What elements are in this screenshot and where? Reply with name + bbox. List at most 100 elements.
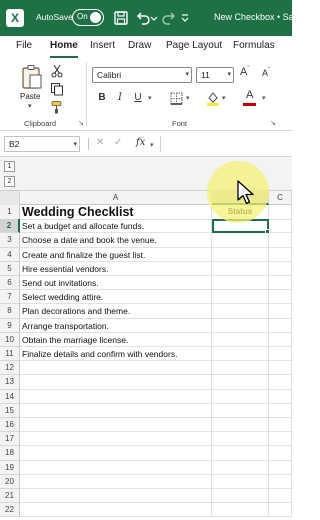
empty-cell[interactable] xyxy=(20,375,212,390)
empty-cell[interactable] xyxy=(20,432,212,447)
empty-cell[interactable] xyxy=(269,290,292,305)
tab-insert[interactable]: Insert xyxy=(90,40,115,51)
task-cell[interactable]: Send out invitations. xyxy=(20,276,212,291)
empty-cell[interactable] xyxy=(269,446,292,461)
task-cell[interactable]: Hire essential vendors. xyxy=(20,261,212,276)
redo-icon[interactable] xyxy=(160,9,178,27)
status-cell[interactable] xyxy=(212,290,269,305)
row-header-21[interactable]: 21 xyxy=(0,489,20,504)
empty-cell[interactable] xyxy=(269,347,292,362)
enter-icon[interactable]: ✓ xyxy=(114,137,122,148)
paste-dropdown-icon[interactable]: ▾ xyxy=(28,102,32,110)
empty-cell[interactable] xyxy=(269,375,292,390)
empty-cell[interactable] xyxy=(269,276,292,291)
task-cell[interactable]: Select wedding attire. xyxy=(20,290,212,305)
insert-function-icon[interactable]: fx xyxy=(136,137,145,148)
empty-cell[interactable] xyxy=(269,219,292,234)
row-header-10[interactable]: 10 xyxy=(0,332,20,347)
borders-icon[interactable] xyxy=(170,92,183,105)
name-box[interactable]: B2 ▾ xyxy=(4,136,80,152)
row-header-9[interactable]: 9 xyxy=(0,318,20,333)
empty-cell[interactable] xyxy=(269,418,292,433)
empty-cell[interactable] xyxy=(20,503,212,518)
task-cell[interactable]: Obtain the marriage license. xyxy=(20,332,212,347)
undo-dropdown-icon[interactable] xyxy=(150,9,158,27)
status-cell[interactable] xyxy=(212,347,269,362)
borders-dropdown-icon[interactable]: ▾ xyxy=(186,94,190,102)
font-color-dropdown-icon[interactable]: ▾ xyxy=(262,94,266,102)
increase-font-size-icon[interactable]: Aˆ xyxy=(240,66,249,78)
outline-level-2-button[interactable]: 2 xyxy=(4,176,15,187)
column-header-a[interactable]: A xyxy=(20,191,212,205)
cut-icon[interactable] xyxy=(50,64,64,78)
customize-toolbar-icon[interactable] xyxy=(180,9,190,27)
decrease-font-size-icon[interactable]: Aˇ xyxy=(262,68,270,78)
row-header-12[interactable]: 12 xyxy=(0,361,20,376)
row-header-17[interactable]: 17 xyxy=(0,432,20,447)
status-cell[interactable] xyxy=(212,389,269,404)
task-cell[interactable]: Set a budget and allocate funds. xyxy=(20,219,212,234)
column-header-c[interactable]: C xyxy=(269,191,292,205)
select-all-button[interactable] xyxy=(0,191,20,205)
status-cell[interactable] xyxy=(212,304,269,319)
empty-cell[interactable] xyxy=(20,460,212,475)
task-cell[interactable]: Create and finalize the guest list. xyxy=(20,247,212,262)
row-header-19[interactable]: 19 xyxy=(0,460,20,475)
task-cell[interactable]: Arrange transportation. xyxy=(20,318,212,333)
tab-file[interactable]: File xyxy=(16,40,32,51)
status-cell[interactable] xyxy=(212,403,269,418)
empty-cell[interactable] xyxy=(20,446,212,461)
row-header-4[interactable]: 4 xyxy=(0,247,20,262)
fill-color-icon[interactable] xyxy=(206,90,220,106)
tab-formulas[interactable]: Formulas xyxy=(233,40,275,51)
row-header-14[interactable]: 14 xyxy=(0,389,20,404)
empty-cell[interactable] xyxy=(20,361,212,376)
task-cell[interactable]: Choose a date and book the venue. xyxy=(20,233,212,248)
empty-cell[interactable] xyxy=(269,403,292,418)
tab-home[interactable]: Home xyxy=(50,40,78,51)
status-cell[interactable] xyxy=(212,276,269,291)
status-cell[interactable] xyxy=(212,432,269,447)
empty-cell[interactable] xyxy=(269,474,292,489)
empty-cell[interactable] xyxy=(269,432,292,447)
empty-cell[interactable] xyxy=(269,460,292,475)
checklist-title-cell[interactable]: Wedding Checklist xyxy=(20,205,212,221)
empty-cell[interactable] xyxy=(269,389,292,404)
empty-cell[interactable] xyxy=(269,304,292,319)
font-color-icon[interactable]: A xyxy=(246,89,253,101)
cancel-icon[interactable]: ✕ xyxy=(96,137,104,148)
row-header-3[interactable]: 3 xyxy=(0,233,20,248)
status-cell[interactable] xyxy=(212,474,269,489)
row-header-5[interactable]: 5 xyxy=(0,261,20,276)
formula-input[interactable] xyxy=(160,136,292,152)
empty-cell[interactable] xyxy=(20,403,212,418)
row-header-7[interactable]: 7 xyxy=(0,290,20,305)
row-header-1[interactable]: 1 xyxy=(0,205,20,221)
autosave-toggle[interactable]: On xyxy=(72,9,104,26)
status-cell[interactable] xyxy=(212,233,269,248)
row-header-20[interactable]: 20 xyxy=(0,474,20,489)
font-launcher-icon[interactable]: ↘ xyxy=(270,119,276,127)
row-header-22[interactable]: 22 xyxy=(0,503,20,518)
underline-button[interactable]: U xyxy=(132,92,144,103)
status-cell[interactable] xyxy=(212,446,269,461)
empty-cell[interactable] xyxy=(269,261,292,276)
status-cell[interactable] xyxy=(212,375,269,390)
empty-cell[interactable] xyxy=(269,489,292,504)
row-header-15[interactable]: 15 xyxy=(0,403,20,418)
outline-level-1-button[interactable]: 1 xyxy=(4,161,15,172)
font-name-select[interactable]: Calibri ▾ xyxy=(92,67,192,83)
row-header-8[interactable]: 8 xyxy=(0,304,20,319)
empty-cell[interactable] xyxy=(269,361,292,376)
status-cell[interactable] xyxy=(212,460,269,475)
row-header-18[interactable]: 18 xyxy=(0,446,20,461)
task-cell[interactable]: Finalize details and confirm with vendor… xyxy=(20,347,212,362)
clipboard-launcher-icon[interactable]: ↘ xyxy=(78,119,84,127)
status-cell[interactable] xyxy=(212,361,269,376)
save-icon[interactable] xyxy=(112,9,130,27)
empty-cell[interactable] xyxy=(20,418,212,433)
empty-cell[interactable] xyxy=(20,489,212,504)
empty-cell[interactable] xyxy=(269,503,292,518)
fill-color-dropdown-icon[interactable]: ▾ xyxy=(222,94,226,102)
empty-cell[interactable] xyxy=(269,332,292,347)
